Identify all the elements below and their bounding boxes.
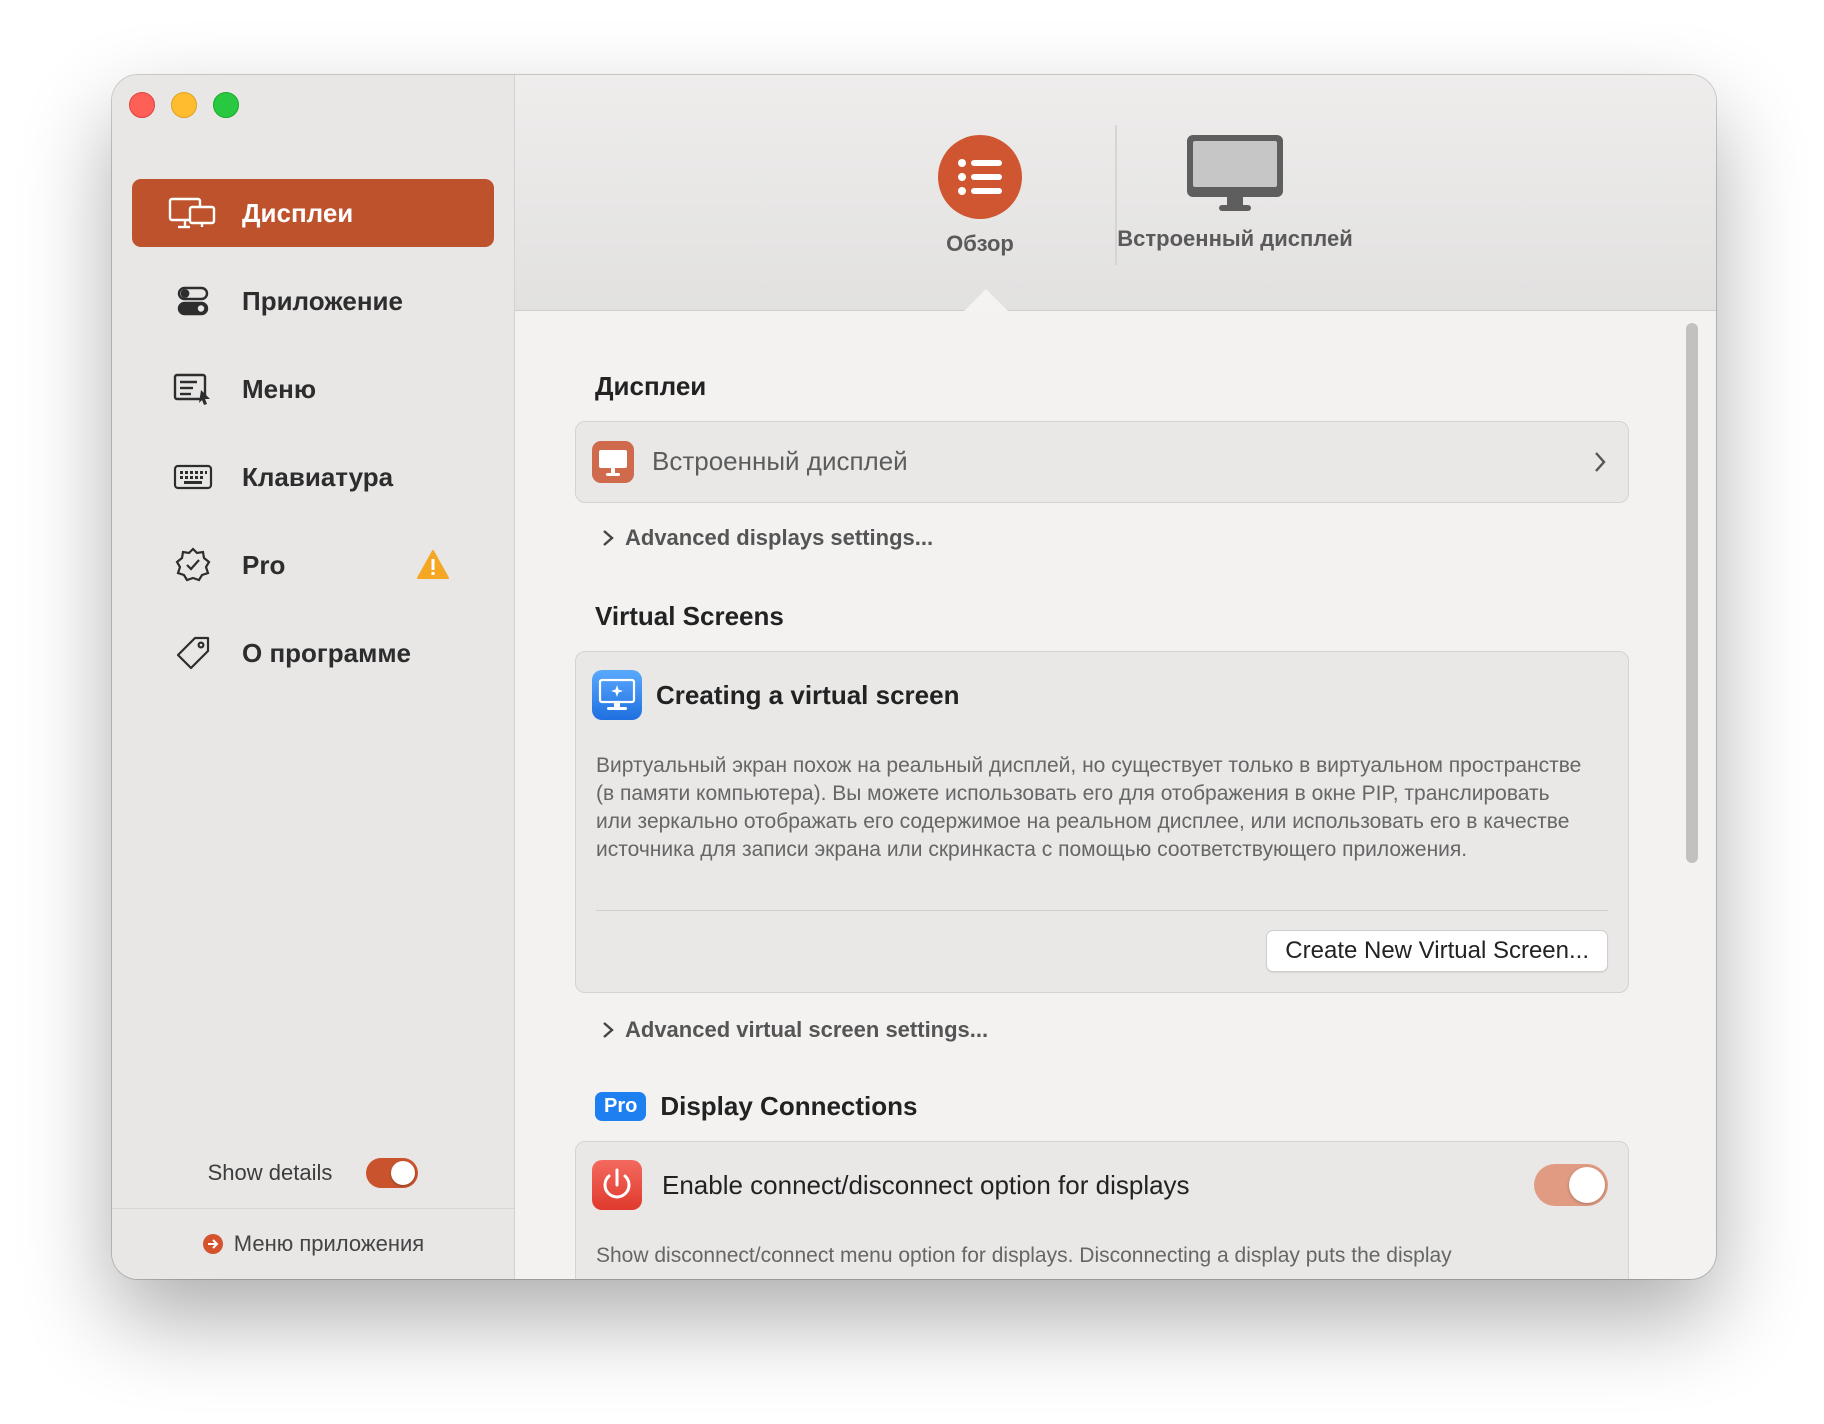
sidebar-nav: Дисплеи Приложение Меню Клавиатура Pro О… xyxy=(132,179,494,707)
keyboard-icon xyxy=(168,459,218,495)
sidebar-item-about[interactable]: О программе xyxy=(132,619,494,687)
show-details-toggle[interactable] xyxy=(366,1158,419,1188)
display-app-icon xyxy=(592,441,634,483)
tab-builtin-label: Встроенный дисплей xyxy=(1117,226,1353,251)
close-window-button[interactable] xyxy=(129,92,155,118)
virtual-screen-icon xyxy=(592,670,642,720)
sidebar-item-label: О программе xyxy=(242,637,412,668)
app-menu-label: Меню приложения xyxy=(233,1231,425,1256)
sidebar-item-pro[interactable]: Pro xyxy=(132,531,494,599)
show-details-label: Show details xyxy=(207,1160,333,1185)
sidebar: Дисплеи Приложение Меню Клавиатура Pro О… xyxy=(112,75,515,1279)
builtin-display-row[interactable]: Встроенный дисплей xyxy=(575,421,1629,503)
zoom-window-button[interactable] xyxy=(213,92,239,118)
advanced-displays-label: Advanced displays settings... xyxy=(625,525,934,550)
pro-badge: Pro xyxy=(595,1092,647,1121)
tab-pointer xyxy=(964,289,1008,311)
displays-heading: Дисплеи xyxy=(595,371,707,401)
tab-overview-label: Обзор xyxy=(946,231,1014,256)
sidebar-item-label: Меню xyxy=(242,373,317,404)
display-connections-card: Enable connect/disconnect option for dis… xyxy=(575,1141,1629,1279)
connections-toggle[interactable] xyxy=(1534,1164,1608,1206)
window-controls xyxy=(129,92,239,118)
power-icon xyxy=(592,1160,642,1210)
connections-heading-row: Pro Display Connections xyxy=(595,1091,918,1122)
create-virtual-screen-button[interactable]: Create New Virtual Screen... xyxy=(1266,930,1608,972)
builtin-display-label: Встроенный дисплей xyxy=(652,446,908,476)
show-details-row: Show details xyxy=(112,1158,514,1188)
sidebar-item-label: Приложение xyxy=(242,285,403,316)
sidebar-item-keyboard[interactable]: Клавиатура xyxy=(132,443,494,511)
toolbar: Обзор Встроенный дисплей xyxy=(515,75,1716,311)
tab-builtin-display[interactable]: Встроенный дисплей xyxy=(1115,133,1355,253)
sidebar-item-label: Дисплеи xyxy=(242,197,354,228)
app-menu-link[interactable]: Меню приложения xyxy=(112,1208,514,1279)
monitor-icon xyxy=(1187,135,1283,211)
sidebar-item-menu[interactable]: Меню xyxy=(132,355,494,423)
minimize-window-button[interactable] xyxy=(171,92,197,118)
chevron-right-icon xyxy=(603,1022,614,1038)
content-scroll-area[interactable]: Дисплеи Встроенный дисплей Advanced disp… xyxy=(515,311,1716,1279)
vertical-scrollbar[interactable] xyxy=(1686,323,1698,863)
virtual-screen-card: Creating a virtual screen Виртуальный эк… xyxy=(575,651,1629,993)
card-divider xyxy=(596,910,1608,911)
virtual-card-description: Виртуальный экран похож на реальный дисп… xyxy=(596,754,1582,861)
toggles-icon xyxy=(168,283,218,319)
connections-row-label: Enable connect/disconnect option for dis… xyxy=(662,1170,1190,1200)
virtual-screens-heading: Virtual Screens xyxy=(595,601,784,631)
advanced-displays-disclosure[interactable]: Advanced displays settings... xyxy=(601,525,933,551)
chevron-right-icon xyxy=(1595,452,1606,472)
sidebar-item-label: Клавиатура xyxy=(242,461,394,492)
connections-heading: Display Connections xyxy=(660,1091,918,1121)
main-pane: Обзор Встроенный дисплей Дисплеи Встроен… xyxy=(515,75,1716,1279)
sidebar-item-label: Pro xyxy=(242,549,286,580)
list-icon xyxy=(938,135,1022,219)
warning-icon xyxy=(417,550,449,579)
tab-overview[interactable]: Обзор xyxy=(905,135,1055,257)
sidebar-item-app[interactable]: Приложение xyxy=(132,267,494,335)
tag-icon xyxy=(168,635,218,671)
advanced-virtual-disclosure[interactable]: Advanced virtual screen settings... xyxy=(601,1017,988,1043)
virtual-card-title: Creating a virtual screen xyxy=(656,680,960,710)
connections-description: Show disconnect/connect menu option for … xyxy=(596,1244,1452,1267)
app-window: Дисплеи Приложение Меню Клавиатура Pro О… xyxy=(112,75,1716,1279)
advanced-virtual-label: Advanced virtual screen settings... xyxy=(625,1017,989,1042)
chevron-right-icon xyxy=(603,530,614,546)
arrow-right-circle-icon xyxy=(202,1234,223,1254)
menu-icon xyxy=(168,371,218,407)
displays-icon xyxy=(168,195,218,231)
sidebar-item-displays[interactable]: Дисплеи xyxy=(132,179,494,247)
pro-badge-icon xyxy=(168,547,218,583)
